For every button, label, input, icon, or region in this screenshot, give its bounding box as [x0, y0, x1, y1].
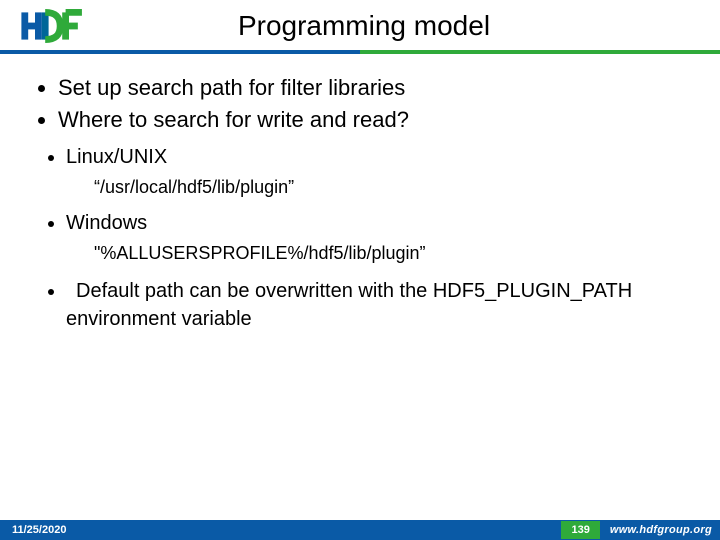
bullet-level2: Linux/UNIX	[66, 142, 690, 172]
slide-header: Programming model	[0, 0, 720, 44]
page-number: 139	[561, 521, 599, 539]
bullet-level1: Set up search path for filter libraries	[58, 72, 690, 104]
slide-footer: 11/25/2020 139 www.hdfgroup.org	[0, 520, 720, 540]
footer-date: 11/25/2020	[12, 524, 66, 536]
bullet-text: Default path can be overwritten with the…	[66, 280, 632, 330]
hdf-logo	[18, 8, 86, 44]
footer-right: 139 www.hdfgroup.org	[561, 521, 712, 539]
code-path: "%ALLUSERSPROFILE%/hdf5/lib/plugin”	[30, 238, 690, 269]
bullet-level1: Where to search for write and read?	[58, 104, 690, 136]
slide-title: Programming model	[86, 10, 702, 42]
bullet-level2: Default path can be overwritten with the…	[66, 277, 690, 333]
bullet-level2: Windows	[66, 208, 690, 238]
footer-url: www.hdfgroup.org	[610, 524, 712, 536]
slide-content: Set up search path for filter libraries …	[0, 54, 720, 333]
code-path: “/usr/local/hdf5/lib/plugin”	[30, 172, 690, 203]
